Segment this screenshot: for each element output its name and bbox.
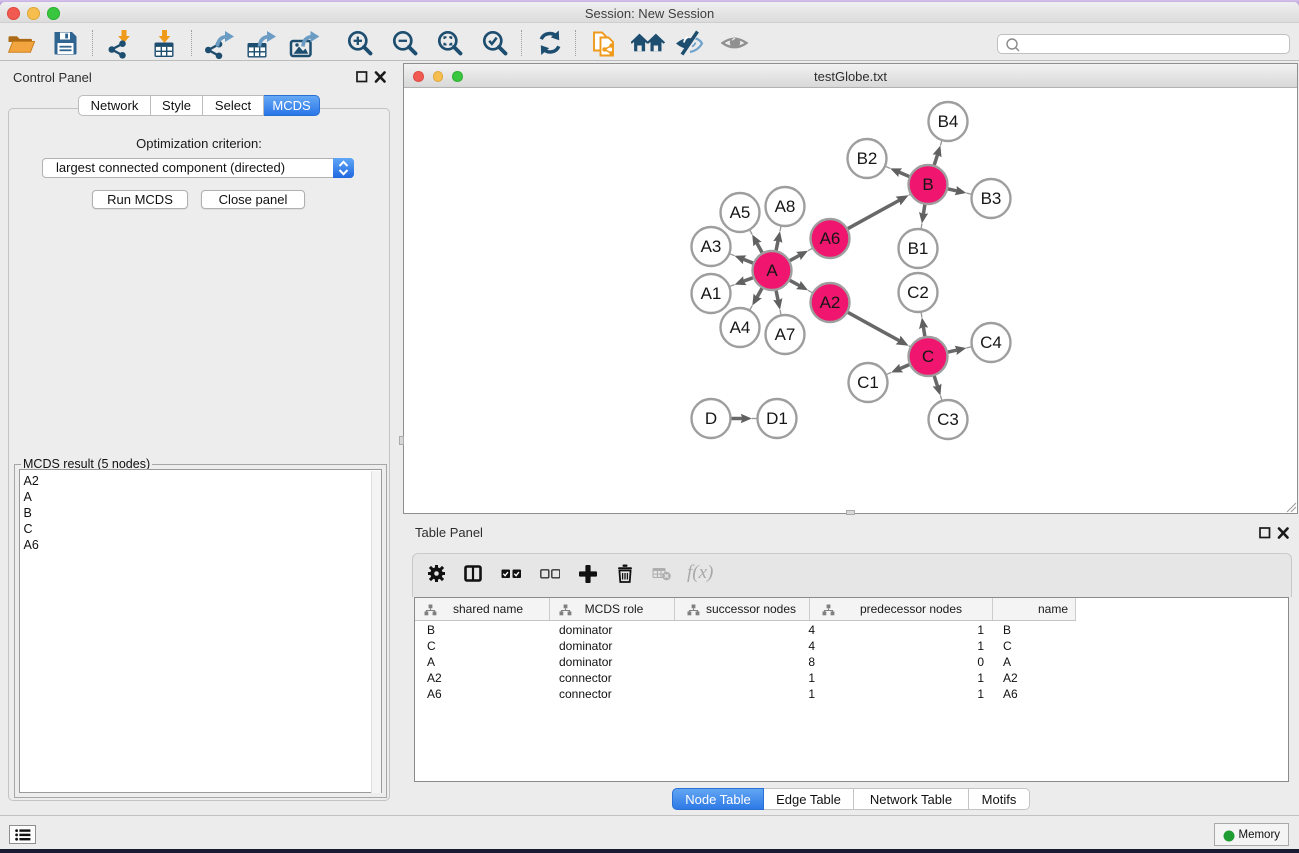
svg-text:C2: C2 (907, 283, 929, 302)
svg-text:A1: A1 (701, 284, 722, 303)
svg-text:A2: A2 (820, 293, 841, 312)
svg-text:D: D (705, 409, 717, 428)
svg-text:A4: A4 (730, 318, 751, 337)
svg-text:D1: D1 (766, 409, 788, 428)
svg-text:B1: B1 (908, 239, 929, 258)
svg-text:B2: B2 (857, 149, 878, 168)
svg-text:C4: C4 (980, 333, 1002, 352)
svg-text:B4: B4 (938, 112, 959, 131)
svg-text:C3: C3 (937, 410, 959, 429)
svg-text:A3: A3 (701, 237, 722, 256)
svg-text:A: A (766, 261, 778, 280)
svg-text:A8: A8 (775, 197, 796, 216)
svg-text:C1: C1 (857, 373, 879, 392)
svg-text:A7: A7 (775, 325, 796, 344)
svg-text:B3: B3 (981, 189, 1002, 208)
svg-text:B: B (922, 175, 933, 194)
svg-text:C: C (922, 347, 934, 366)
svg-text:A6: A6 (820, 229, 841, 248)
svg-text:A5: A5 (730, 203, 751, 222)
